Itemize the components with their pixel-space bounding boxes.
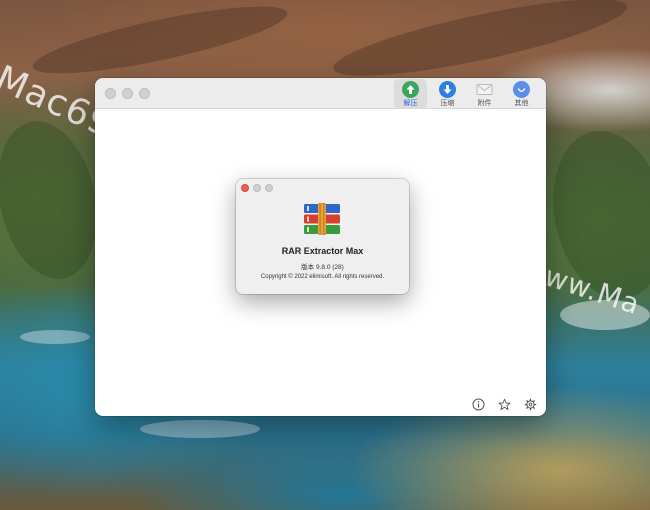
- about-zoom-button: [265, 184, 273, 192]
- toolbar-compress-button[interactable]: 压缩: [431, 79, 464, 109]
- about-close-button[interactable]: [241, 184, 249, 192]
- gear-icon[interactable]: [522, 396, 538, 412]
- compress-down-arrow-icon: [439, 81, 456, 98]
- envelope-icon: [476, 81, 493, 98]
- smile-icon: [513, 81, 530, 98]
- rar-archive-icon: [304, 203, 340, 235]
- window-minimize-button[interactable]: [122, 88, 133, 99]
- surf-foam: [20, 330, 90, 344]
- toolbar-other-button[interactable]: 其他: [505, 79, 538, 109]
- surf-foam: [140, 420, 260, 438]
- toolbar-attachment-button[interactable]: 附件: [468, 79, 501, 109]
- window-close-button[interactable]: [105, 88, 116, 99]
- toolbar-extract-button[interactable]: 解压: [394, 79, 427, 109]
- toolbar-attachment-label: 附件: [477, 100, 492, 107]
- extract-up-arrow-icon: [402, 81, 419, 98]
- app-version: 版本 9.8.0 (28): [301, 264, 344, 271]
- window-zoom-button[interactable]: [139, 88, 150, 99]
- bottom-bar: [470, 396, 538, 412]
- toolbar-other-label: 其他: [514, 100, 529, 107]
- about-minimize-button: [253, 184, 261, 192]
- star-icon[interactable]: [496, 396, 512, 412]
- mountain-ridge: [28, 0, 292, 87]
- app-copyright: Copyright © 2022 elimisoft. All rights r…: [260, 274, 385, 280]
- app-name: RAR Extractor Max: [281, 246, 364, 256]
- window-titlebar: 解压 压缩 附件 其他: [95, 78, 546, 109]
- info-icon[interactable]: [470, 396, 486, 412]
- toolbar-compress-label: 压缩: [440, 100, 455, 107]
- about-dialog: RAR Extractor Max 版本 9.8.0 (28) Copyrigh…: [236, 179, 409, 294]
- toolbar-extract-label: 解压: [403, 100, 418, 107]
- toolbar: 解压 压缩 附件 其他: [394, 79, 538, 109]
